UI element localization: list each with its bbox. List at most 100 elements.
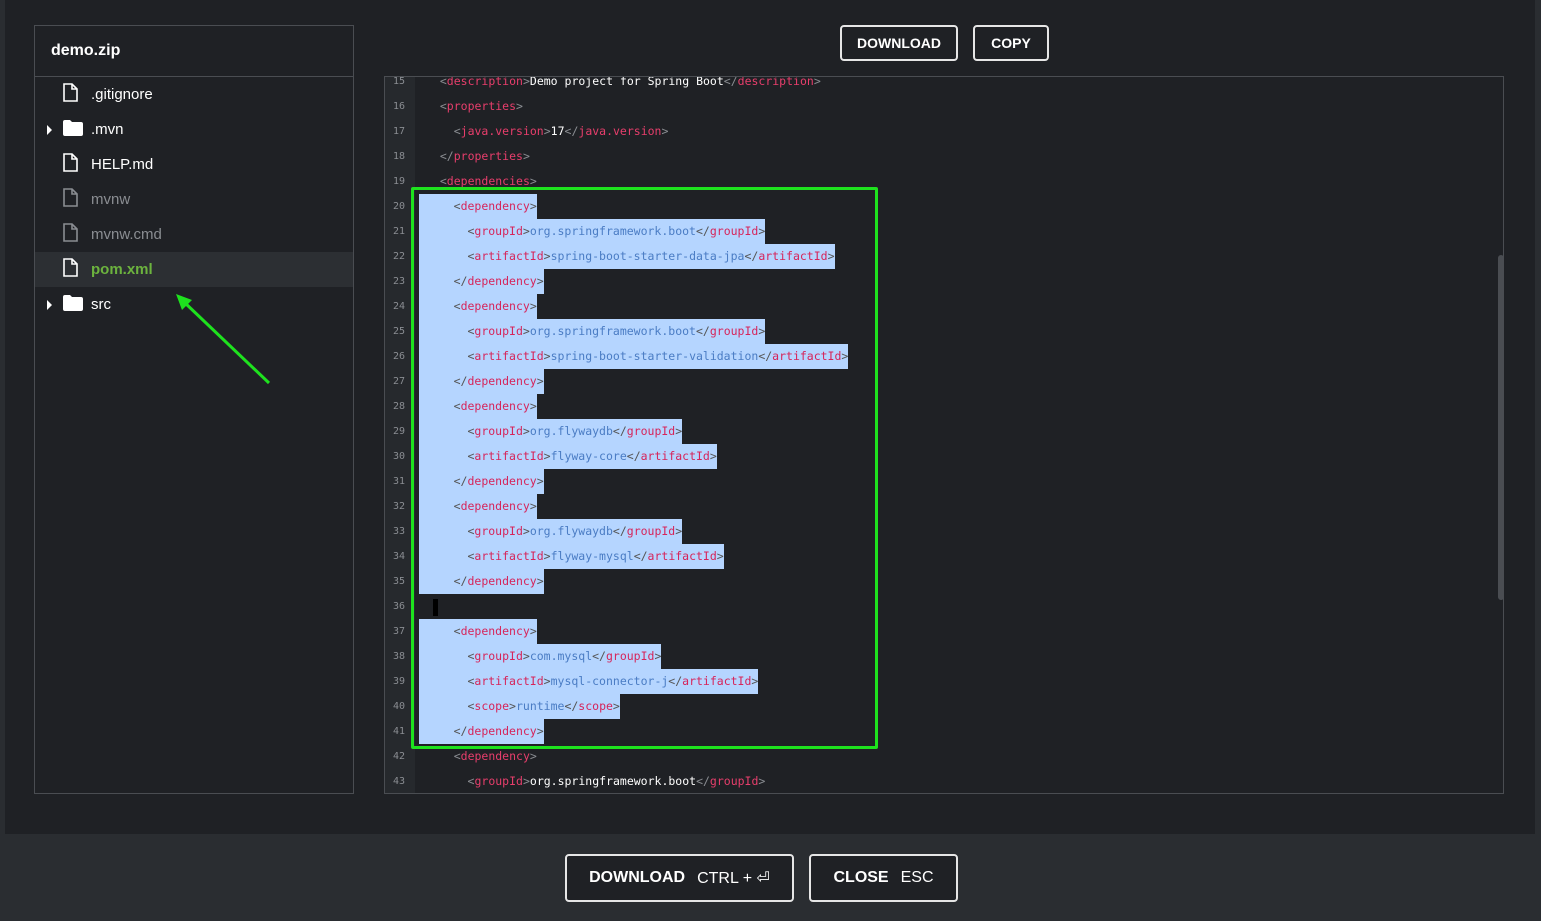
code-text: <groupId>org.springframework.boot</group… [426,769,766,793]
xml-bracket: > [758,774,766,788]
xml-tag-name: artifactId [647,549,717,563]
chevron-right-icon[interactable] [47,299,52,310]
xml-bracket: > [536,474,544,488]
xml-bracket: </ [723,76,738,88]
xml-bracket: < [439,76,447,88]
code-line: 36 [385,594,1503,619]
tree-item-label: .gitignore [91,86,153,103]
xml-tag-name: groupId [474,649,523,663]
code-line: 22 <artifactId>spring-boot-starter-data-… [385,244,1503,269]
line-number: 43 [392,776,406,787]
code-text: <dependency> [419,394,537,419]
code-text: <groupId>org.springframework.boot</group… [419,319,766,344]
xml-tag-name: dependency [467,724,537,738]
code-line: 28 <dependency> [385,394,1503,419]
copy-button[interactable]: COPY [973,25,1049,61]
line-number: 28 [392,401,406,412]
code-line: 16 <properties> [385,94,1503,119]
tree-item-mvnw[interactable]: mvnw [35,182,353,217]
footer-close-shortcut: ESC [900,869,934,886]
tree-item-help-md[interactable]: HELP.md [35,147,353,182]
code-text: <artifactId>spring-boot-starter-data-jpa… [419,244,835,269]
xml-bracket: </ [592,649,606,663]
xml-tag-name: dependency [467,374,537,388]
code-line: 30 <artifactId>flyway-core</artifactId> [385,444,1503,469]
xml-bracket: < [439,99,447,113]
code-line: 24 <dependency> [385,294,1503,319]
xml-tag-name: groupId [709,774,759,788]
line-number: 17 [392,126,406,137]
xml-bracket: </ [626,449,641,463]
xml-text: org.flywaydb [529,524,613,538]
folder-icon [63,294,83,315]
code-line: 39 <artifactId>mysql-connector-j</artifa… [385,669,1503,694]
file-icon [63,258,78,281]
code-text: <dependency> [419,194,537,219]
xml-tag-name: artifactId [474,674,544,688]
xml-bracket: < [453,299,461,313]
xml-bracket: > [529,749,537,763]
xml-bracket: > [543,349,551,363]
xml-bracket: > [543,124,551,138]
footer-close-label: CLOSE [833,869,889,886]
code-text: </dependency> [419,469,544,494]
code-line: 38 <groupId>com.mysql</groupId> [385,644,1503,669]
code-text: <dependency> [419,619,537,644]
xml-bracket: < [453,624,461,638]
xml-tag-name: artifactId [474,549,544,563]
footer-download-button[interactable]: DOWNLOAD CTRL + ⏎ [565,854,794,902]
xml-text: flyway-core [550,449,627,463]
download-button[interactable]: DOWNLOAD [840,25,958,61]
xml-tag-name: dependency [460,299,530,313]
xml-bracket: > [522,774,530,788]
line-number: 42 [392,751,406,762]
tree-item-mvnw-cmd[interactable]: mvnw.cmd [35,217,353,252]
xml-bracket: > [536,274,544,288]
line-number: 26 [392,351,406,362]
tree-item-src[interactable]: src [35,287,353,322]
xml-tag-name: groupId [474,324,523,338]
code-text: <groupId>org.flywaydb</groupId> [419,419,683,444]
code-text: <dependency> [419,494,537,519]
code-text: <properties> [426,94,523,119]
tree-item-pom-xml[interactable]: pom.xml [35,252,353,287]
code-viewer[interactable]: 15 <description>Demo project for Spring … [384,76,1504,794]
tree-item-mvn[interactable]: .mvn [35,112,353,147]
xml-tag-name: dependencies [446,174,530,188]
xml-tag-name: artifactId [474,349,544,363]
xml-tag-name: groupId [709,324,759,338]
xml-text: org.springframework.boot [529,224,696,238]
xml-text: mysql-connector-j [550,674,669,688]
code-scrollbar[interactable] [1498,255,1503,600]
tree-item-gitignore[interactable]: .gitignore [35,77,353,112]
tree-item-label: src [91,296,111,313]
xml-bracket: > [516,99,523,113]
line-number: 27 [392,376,406,387]
xml-bracket: > [522,224,530,238]
line-number: 41 [392,726,406,737]
xml-bracket: < [453,399,461,413]
xml-bracket: </ [612,524,627,538]
line-number: 18 [392,151,406,162]
xml-bracket: > [654,649,662,663]
line-number: 32 [392,501,406,512]
code-line: 31 </dependency> [385,469,1503,494]
code-line: 25 <groupId>org.springframework.boot</gr… [385,319,1503,344]
xml-tag-name: artifactId [474,449,544,463]
footer-close-button[interactable]: CLOSE ESC [809,854,958,902]
line-number: 29 [392,426,406,437]
xml-tag-name: artifactId [640,449,710,463]
file-explorer: demo.zip .gitignore .mvn HELP.md mvnw mvnw.c… [34,25,354,794]
xml-tag-name: groupId [626,424,676,438]
xml-tag-name: artifactId [758,249,828,263]
xml-bracket: </ [453,724,468,738]
chevron-right-icon[interactable] [47,124,52,135]
xml-tag-name: groupId [605,649,655,663]
code-line: 35 </dependency> [385,569,1503,594]
code-text: <groupId>org.flywaydb</groupId> [419,519,683,544]
xml-text: com.mysql [529,649,593,663]
line-number: 31 [392,476,406,487]
code-line: 20 <dependency> [385,194,1503,219]
tree-item-label: mvnw [91,191,131,208]
xml-bracket: </ [668,674,683,688]
